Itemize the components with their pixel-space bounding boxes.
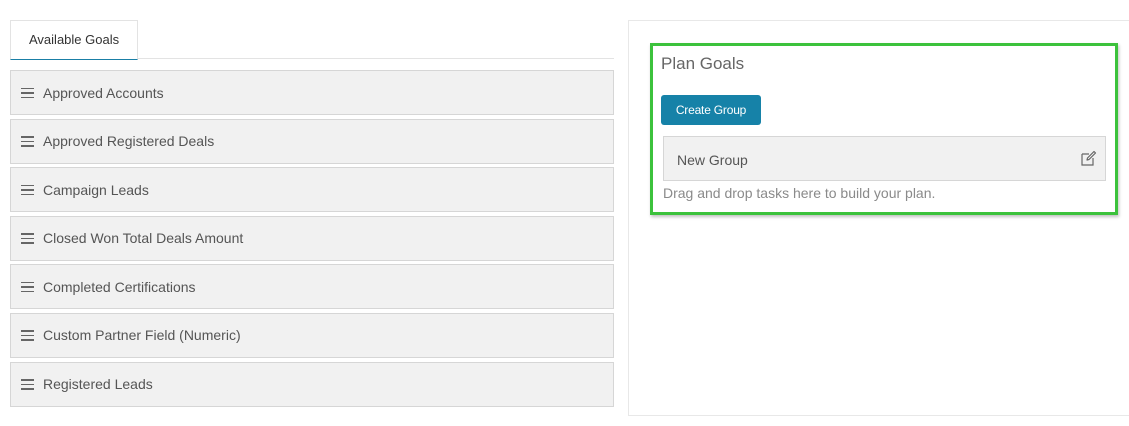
hamburger-icon[interactable] bbox=[21, 379, 34, 390]
hamburger-icon[interactable] bbox=[21, 330, 34, 341]
goal-item-label: Approved Accounts bbox=[43, 84, 164, 101]
create-group-button[interactable]: Create Group bbox=[661, 95, 761, 125]
goal-item[interactable]: Registered Leads bbox=[10, 361, 614, 407]
goal-item-label: Closed Won Total Deals Amount bbox=[43, 230, 244, 247]
hamburger-icon[interactable] bbox=[21, 184, 34, 196]
goal-item-label: Custom Partner Field (Numeric) bbox=[43, 327, 241, 344]
tab-available-goals[interactable]: Available Goals bbox=[10, 20, 139, 60]
plan-goals-panel: Plan Goals Create Group New Group Drag a… bbox=[628, 20, 1129, 416]
goal-item[interactable]: Completed Certifications bbox=[10, 264, 614, 310]
drop-hint: Drag and drop tasks here to build your p… bbox=[663, 185, 936, 201]
hamburger-icon[interactable] bbox=[21, 281, 34, 293]
goal-item-label: Campaign Leads bbox=[43, 181, 149, 198]
page: Available Goals Approved Accounts Approv… bbox=[0, 0, 1129, 426]
goal-item[interactable]: Approved Accounts bbox=[10, 70, 614, 115]
hamburger-icon[interactable] bbox=[21, 136, 34, 147]
edit-icon[interactable] bbox=[1080, 150, 1097, 167]
tab-bar: Available Goals bbox=[10, 20, 614, 60]
hamburger-icon[interactable] bbox=[21, 87, 34, 98]
available-goals-panel: Available Goals Approved Accounts Approv… bbox=[10, 20, 614, 410]
plan-title: Plan Goals bbox=[661, 54, 745, 73]
group-name: New Group bbox=[677, 152, 748, 168]
goal-item[interactable]: Closed Won Total Deals Amount bbox=[10, 215, 614, 261]
hamburger-icon[interactable] bbox=[21, 233, 34, 244]
goal-item[interactable]: Campaign Leads bbox=[10, 167, 614, 213]
goal-list: Approved Accounts Approved Registered De… bbox=[10, 70, 614, 407]
goal-item-label: Completed Certifications bbox=[43, 278, 196, 295]
goal-item-label: Approved Registered Deals bbox=[43, 133, 215, 150]
goal-item-label: Registered Leads bbox=[43, 376, 153, 393]
group-box[interactable]: New Group bbox=[663, 136, 1106, 181]
goal-item[interactable]: Approved Registered Deals bbox=[10, 118, 614, 164]
goal-item[interactable]: Custom Partner Field (Numeric) bbox=[10, 312, 614, 358]
